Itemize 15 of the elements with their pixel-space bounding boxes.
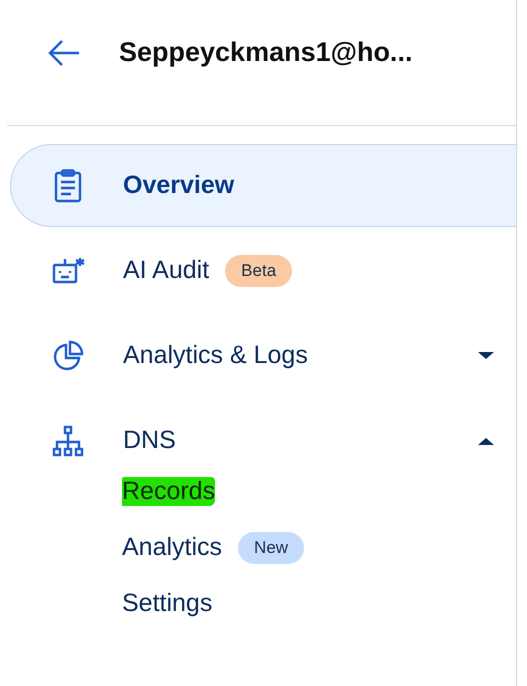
nav-item[interactable]: AI Audit Beta <box>10 229 516 312</box>
badge: Beta <box>225 254 292 286</box>
sub-nav-item[interactable]: Records <box>122 477 216 506</box>
nav-item[interactable]: Overview <box>10 144 516 227</box>
back-button[interactable] <box>47 38 81 68</box>
sub-nav-item[interactable]: Settings <box>122 589 212 618</box>
sub-nav-item[interactable]: Analytics <box>122 533 222 562</box>
account-title: Seppeyckmans1@ho... <box>119 37 412 68</box>
caret-icon[interactable] <box>476 350 496 362</box>
robot-icon <box>51 256 85 286</box>
nav-item[interactable]: Analytics & Logs <box>10 314 516 397</box>
pie-chart-icon <box>52 340 84 372</box>
clipboard-icon <box>53 168 83 202</box>
badge: New <box>238 532 304 564</box>
sitemap-icon <box>52 424 84 456</box>
